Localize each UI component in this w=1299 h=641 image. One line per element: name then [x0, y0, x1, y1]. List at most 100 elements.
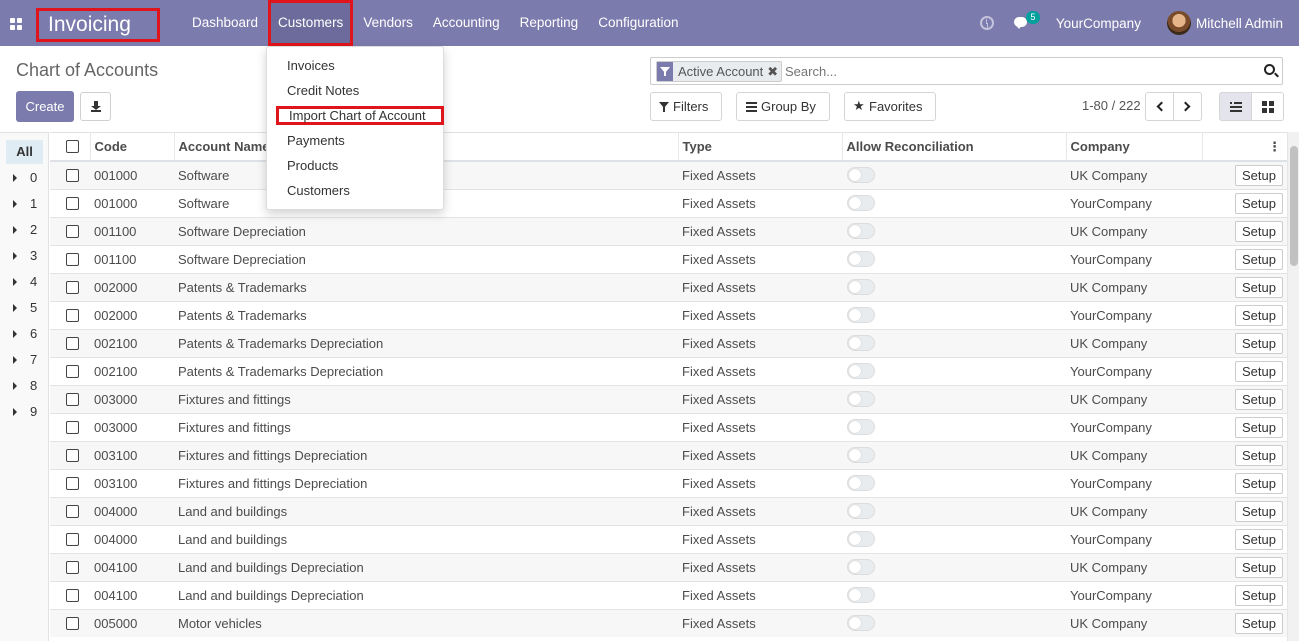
reconcile-toggle[interactable]	[847, 195, 875, 211]
menu-dashboard[interactable]: Dashboard	[182, 0, 268, 46]
search-panel-item[interactable]: 6	[0, 323, 48, 345]
setup-button[interactable]: Setup	[1235, 248, 1283, 270]
pager-next-button[interactable]	[1173, 92, 1202, 121]
row-select-cell[interactable]	[50, 188, 90, 217]
search-panel-item[interactable]: 4	[0, 271, 48, 293]
dropdown-item-credit-notes[interactable]: Credit Notes	[267, 79, 443, 103]
scrollbar-thumb[interactable]	[1290, 146, 1298, 266]
table-row[interactable]: 003000 Fixtures and fittings Fixed Assets Y…	[50, 412, 1287, 441]
pager-previous-button[interactable]	[1145, 92, 1174, 121]
column-header-code[interactable]: Code	[89, 133, 174, 162]
messaging-icon[interactable]: 5	[1013, 11, 1040, 29]
dropdown-item-payments[interactable]: Payments	[267, 129, 443, 153]
reconcile-toggle[interactable]	[847, 587, 875, 603]
search-panel-item[interactable]: 3	[0, 245, 48, 267]
select-all-header[interactable]	[50, 133, 90, 162]
table-row[interactable]: 002100 Patents & Trademarks Depreciation F…	[50, 356, 1287, 385]
reconcile-toggle[interactable]	[847, 615, 875, 632]
activity-clock-icon[interactable]	[979, 16, 994, 30]
pager-value[interactable]: 1-80 / 222	[1082, 98, 1141, 113]
search-input[interactable]	[785, 61, 1255, 82]
row-select-cell[interactable]	[50, 272, 90, 301]
row-select-cell[interactable]	[50, 440, 90, 469]
dropdown-item-invoices[interactable]: Invoices	[267, 54, 443, 78]
row-select-cell[interactable]	[50, 216, 90, 245]
caret-right-icon[interactable]	[13, 304, 17, 312]
list-scrollbar[interactable]	[1287, 132, 1299, 641]
row-checkbox[interactable]	[66, 420, 79, 434]
reconcile-toggle[interactable]	[847, 335, 875, 351]
search-panel-item[interactable]: 7	[0, 349, 48, 371]
setup-button[interactable]: Setup	[1235, 472, 1283, 494]
select-all-checkbox[interactable]	[66, 140, 79, 153]
table-row[interactable]: 001100 Software Depreciation Fixed Assets U…	[50, 216, 1287, 245]
row-checkbox[interactable]	[66, 196, 79, 210]
setup-button[interactable]: Setup	[1235, 304, 1283, 326]
row-checkbox[interactable]	[66, 476, 79, 490]
reconcile-toggle[interactable]	[847, 475, 875, 491]
caret-right-icon[interactable]	[13, 330, 17, 338]
search-panel-item[interactable]: 1	[0, 193, 48, 215]
reconcile-toggle[interactable]	[847, 223, 875, 239]
caret-right-icon[interactable]	[13, 408, 17, 416]
row-checkbox[interactable]	[66, 168, 79, 182]
row-select-cell[interactable]	[50, 552, 90, 581]
table-row[interactable]: 003100 Fixtures and fittings Depreciation…	[50, 440, 1287, 469]
reconcile-toggle[interactable]	[847, 391, 875, 407]
row-checkbox[interactable]	[66, 308, 79, 322]
user-menu[interactable]: Mitchell Admin	[1166, 11, 1283, 35]
search-panel-item[interactable]: 5	[0, 297, 48, 319]
menu-accounting[interactable]: Accounting	[423, 0, 510, 46]
table-row[interactable]: 001000 Software Fixed Assets YourCompany Set…	[50, 188, 1287, 217]
menu-configuration[interactable]: Configuration	[588, 0, 688, 46]
caret-right-icon[interactable]	[13, 356, 17, 364]
caret-right-icon[interactable]	[13, 382, 17, 390]
row-checkbox[interactable]	[66, 252, 79, 266]
row-checkbox[interactable]	[66, 392, 79, 406]
reconcile-toggle[interactable]	[847, 503, 875, 519]
caret-right-icon[interactable]	[13, 174, 17, 182]
caret-right-icon[interactable]	[13, 252, 17, 260]
menu-vendors[interactable]: Vendors	[353, 0, 423, 46]
caret-right-icon[interactable]	[13, 278, 17, 286]
row-checkbox[interactable]	[66, 336, 79, 350]
reconcile-toggle[interactable]	[847, 363, 875, 379]
setup-button[interactable]: Setup	[1235, 360, 1283, 382]
table-row[interactable]: 001000 Software Fixed Assets UK Company Setu…	[50, 160, 1287, 189]
reconcile-toggle[interactable]	[847, 531, 875, 547]
column-header-allow-reconciliation[interactable]: Allow Reconciliation	[841, 133, 1066, 162]
row-select-cell[interactable]	[50, 608, 90, 637]
favorites-button[interactable]: ★ Favorites	[844, 92, 936, 121]
reconcile-toggle[interactable]	[847, 167, 875, 184]
row-select-cell[interactable]	[50, 580, 90, 609]
row-select-cell[interactable]	[50, 524, 90, 553]
reconcile-toggle[interactable]	[847, 307, 875, 323]
group-by-button[interactable]: Group By	[736, 92, 830, 121]
table-row[interactable]: 004100 Land and buildings Depreciation Fix…	[50, 552, 1287, 581]
setup-button[interactable]: Setup	[1235, 528, 1283, 550]
setup-button[interactable]: Setup	[1235, 332, 1283, 354]
search-panel-item[interactable]: 2	[0, 219, 48, 241]
row-select-cell[interactable]	[50, 496, 90, 525]
table-row[interactable]: 004000 Land and buildings Fixed Assets Your…	[50, 524, 1287, 553]
table-row[interactable]: 003100 Fixtures and fittings Depreciation…	[50, 468, 1287, 497]
row-select-cell[interactable]	[50, 384, 90, 413]
setup-button[interactable]: Setup	[1235, 220, 1283, 242]
table-row[interactable]: 003000 Fixtures and fittings Fixed Assets U…	[50, 384, 1287, 413]
table-row[interactable]: 005000 Motor vehicles Fixed Assets UK Compa…	[50, 608, 1287, 637]
table-row[interactable]: 001100 Software Depreciation Fixed Assets Y…	[50, 244, 1287, 273]
row-select-cell[interactable]	[50, 328, 90, 357]
search-panel-all[interactable]: All	[6, 140, 43, 164]
optional-columns-icon[interactable]: ⋮	[1201, 133, 1287, 162]
filters-button[interactable]: Filters	[650, 92, 722, 121]
setup-button[interactable]: Setup	[1235, 444, 1283, 466]
reconcile-toggle[interactable]	[847, 447, 875, 463]
row-select-cell[interactable]	[50, 356, 90, 385]
row-checkbox[interactable]	[66, 364, 79, 378]
setup-button[interactable]: Setup	[1235, 276, 1283, 298]
setup-button[interactable]: Setup	[1235, 556, 1283, 578]
row-select-cell[interactable]	[50, 300, 90, 329]
dropdown-item-products[interactable]: Products	[267, 154, 443, 178]
column-header-type[interactable]: Type	[677, 133, 842, 162]
table-row[interactable]: 002100 Patents & Trademarks Depreciation F…	[50, 328, 1287, 357]
